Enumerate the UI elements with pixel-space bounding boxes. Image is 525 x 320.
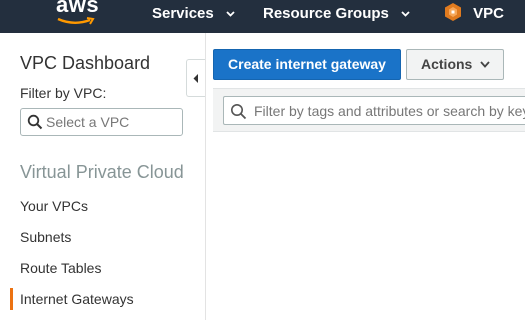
chevron-down-icon [226, 11, 235, 17]
resource-groups-menu[interactable]: Resource Groups [263, 0, 410, 33]
sidebar-item-your-vpcs[interactable]: Your VPCs [20, 198, 88, 214]
sidebar-title[interactable]: VPC Dashboard [20, 53, 150, 74]
vpc-icon [445, 3, 461, 21]
section-heading: Virtual Private Cloud [20, 162, 184, 182]
chevron-down-icon [401, 11, 410, 17]
sidebar-item-internet-gateways[interactable]: Internet Gateways [20, 291, 134, 307]
active-item-indicator [10, 288, 13, 310]
vpc-label: VPC [473, 5, 505, 22]
sidebar-item-route-tables[interactable]: Route Tables [20, 260, 101, 276]
vpc-filter-placeholder: Select a VPC [46, 114, 130, 130]
filter-bar: Filter by tags and attributes or search … [213, 88, 525, 132]
aws-smile-icon [57, 17, 95, 25]
aws-logo[interactable]: aws [56, 0, 99, 16]
vpc-filter-select[interactable]: Select a VPC [20, 108, 183, 136]
collapse-sidebar-button[interactable] [186, 59, 205, 97]
search-icon [231, 104, 247, 120]
actions-button[interactable]: Actions [406, 49, 504, 80]
caret-down-icon [480, 61, 490, 68]
sidebar: VPC Dashboard Filter by VPC: Select a VP… [0, 33, 206, 320]
top-navigation-bar: aws Services Resource Groups VPC [0, 0, 525, 33]
resource-groups-label: Resource Groups [263, 5, 389, 22]
filter-by-vpc-label: Filter by VPC: [20, 85, 107, 101]
services-label: Services [152, 5, 214, 22]
vpc-service-link[interactable]: VPC [444, 0, 504, 33]
services-menu[interactable]: Services [152, 0, 235, 33]
create-internet-gateway-button[interactable]: Create internet gateway [213, 49, 401, 80]
chevron-left-icon [193, 74, 198, 83]
search-icon [27, 114, 43, 130]
search-placeholder: Filter by tags and attributes or search … [254, 103, 525, 119]
sidebar-item-subnets[interactable]: Subnets [20, 229, 71, 245]
actions-label: Actions [421, 56, 473, 72]
search-input[interactable]: Filter by tags and attributes or search … [223, 96, 525, 125]
